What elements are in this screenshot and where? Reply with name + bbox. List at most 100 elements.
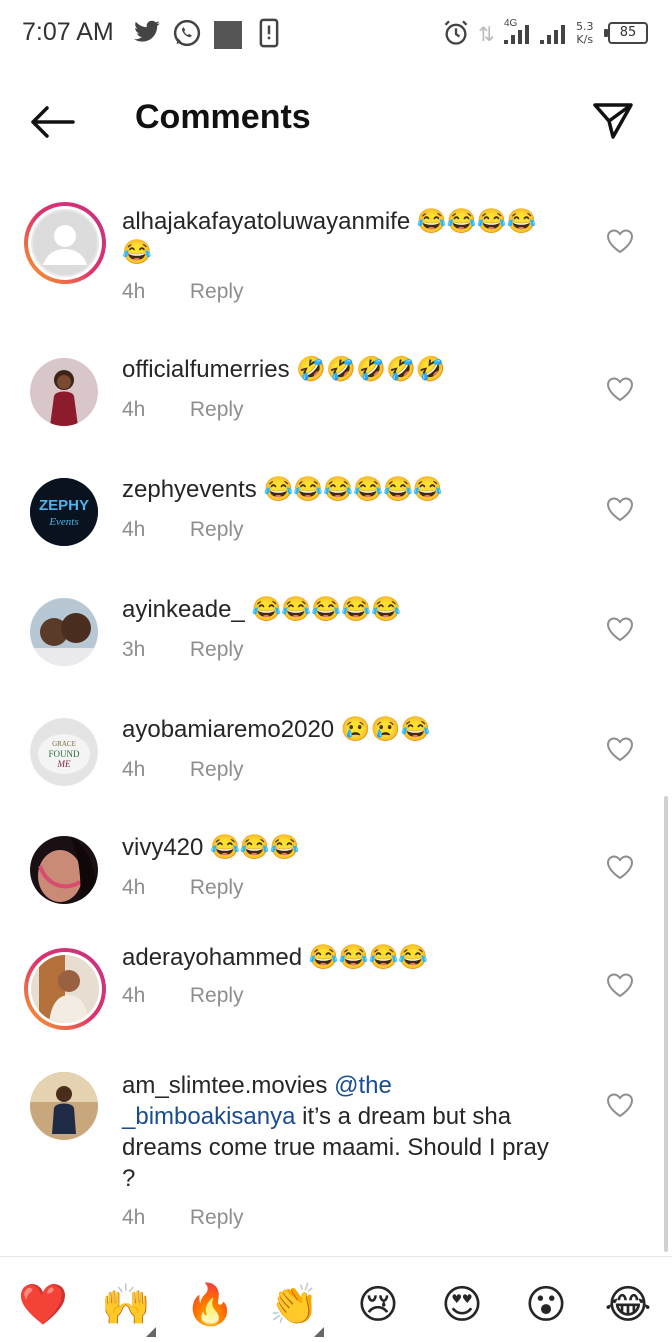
reply-button[interactable]: Reply	[190, 280, 244, 303]
comment-text: zephyevents 😂😂😂😂😂😂	[122, 474, 562, 505]
reaction-bar: ❤️ 🙌 🔥 👏 😢 😍 😮 😂	[0, 1256, 672, 1342]
comment-meta: 4h Reply	[122, 398, 244, 422]
comment-meta: 4h Reply	[122, 758, 244, 782]
comment-time: 4h	[122, 280, 146, 303]
alarm-icon	[442, 18, 470, 52]
reply-button[interactable]: Reply	[190, 398, 244, 421]
comment-text: aderayohammed 😂😂😂😂	[122, 942, 562, 973]
svg-text:ME: ME	[57, 759, 71, 769]
heart-icon[interactable]	[606, 616, 634, 642]
send-icon	[593, 103, 633, 139]
reaction-heart[interactable]: ❤️	[15, 1277, 71, 1333]
avatar[interactable]	[24, 948, 106, 1030]
reaction-clap[interactable]: 👏	[266, 1277, 324, 1337]
comment-text: ayobamiaremo2020 😢😢😂	[122, 714, 562, 745]
header: Comments	[0, 80, 672, 160]
comment-content: 🤣🤣🤣🤣🤣	[296, 356, 446, 383]
comment-content: 😂😂😂😂	[308, 944, 429, 971]
arrow-left-icon	[31, 106, 75, 138]
avatar[interactable]: ZEPHY Events	[30, 478, 98, 546]
reaction-raised-hands[interactable]: 🙌	[98, 1277, 156, 1337]
share-button[interactable]	[588, 96, 638, 146]
comment-time: 4h	[122, 876, 146, 899]
signal-icon	[538, 20, 568, 50]
reaction-crying[interactable]: 😢	[350, 1277, 406, 1333]
comment-meta: 3h Reply	[122, 638, 244, 662]
reply-button[interactable]: Reply	[190, 758, 244, 781]
comment-username[interactable]: am_slimtee.movies	[122, 1072, 327, 1099]
comment-username[interactable]: ayobamiaremo2020	[122, 716, 334, 743]
whatsapp-icon	[172, 18, 202, 52]
comment-content: 😂😂😂😂😂	[251, 596, 401, 623]
heart-icon[interactable]	[606, 376, 634, 402]
signal-icon: 4G	[500, 16, 534, 50]
comment-content: 😂😂😂😂😂😂	[263, 476, 443, 503]
comment-text: vivy420 😂😂😂	[122, 832, 562, 863]
comment-time: 4h	[122, 1206, 146, 1229]
back-button[interactable]	[26, 100, 78, 144]
comment-time: 4h	[122, 758, 146, 781]
status-time: 7:07 AM	[22, 18, 114, 46]
svg-text:Events: Events	[48, 516, 78, 528]
reaction-fire[interactable]: 🔥	[182, 1277, 238, 1333]
reaction-raised-hands-emoji: 🙌	[101, 1282, 151, 1328]
comment-username[interactable]: zephyevents	[122, 476, 257, 503]
avatar[interactable]: GRACE FOUND ME	[30, 718, 98, 786]
page-title: Comments	[135, 98, 311, 136]
phone-alert-icon	[258, 18, 280, 52]
reply-button[interactable]: Reply	[190, 1206, 244, 1229]
comment-time: 4h	[122, 398, 146, 421]
comment-text: alhajakafayatoluwayanmife 😂😂😂😂😂	[122, 206, 562, 268]
comment-meta: 4h Reply	[122, 984, 244, 1008]
heart-icon[interactable]	[606, 496, 634, 522]
avatar[interactable]	[24, 202, 106, 284]
reaction-heart-eyes[interactable]: 😍	[434, 1277, 490, 1333]
comment-time: 4h	[122, 984, 146, 1007]
reply-button[interactable]: Reply	[190, 984, 244, 1007]
comment-text: officialfumerries 🤣🤣🤣🤣🤣	[122, 354, 562, 385]
avatar[interactable]	[30, 836, 98, 904]
comment-time: 3h	[122, 638, 146, 661]
comment-meta: 4h Reply	[122, 518, 244, 542]
comment-username[interactable]: ayinkeade_	[122, 596, 245, 623]
comment-text: ayinkeade_ 😂😂😂😂😂	[122, 594, 562, 625]
network-speed-value: 5.3	[576, 20, 594, 33]
twitter-icon	[132, 18, 162, 50]
heart-icon[interactable]	[606, 1092, 634, 1118]
avatar[interactable]	[30, 598, 98, 666]
reaction-laughing[interactable]: 😂	[600, 1277, 656, 1333]
heart-icon[interactable]	[606, 228, 634, 254]
comment-content: 😢😢😂	[340, 716, 431, 743]
data-arrows-icon: ⇅	[478, 22, 495, 46]
svg-text:GRACE: GRACE	[52, 740, 76, 748]
svg-text:4G: 4G	[504, 18, 518, 29]
heart-icon[interactable]	[606, 972, 634, 998]
heart-icon[interactable]	[606, 736, 634, 762]
variant-indicator	[146, 1327, 156, 1337]
scrollbar[interactable]	[664, 796, 668, 1252]
battery-indicator: 85	[604, 22, 648, 44]
comment-username[interactable]: officialfumerries	[122, 356, 290, 383]
avatar[interactable]	[30, 1072, 98, 1140]
heart-icon[interactable]	[606, 854, 634, 880]
notification-square-icon	[214, 21, 242, 49]
comment-content: 😂😂😂	[210, 834, 300, 861]
reply-button[interactable]: Reply	[190, 876, 244, 899]
reply-button[interactable]: Reply	[190, 518, 244, 541]
reply-button[interactable]: Reply	[190, 638, 244, 661]
status-bar: 7:07 AM ⇅ 4G 5.3 K/s 85	[0, 0, 672, 68]
variant-indicator	[314, 1327, 324, 1337]
reaction-clap-emoji: 👏	[269, 1282, 319, 1328]
network-speed: 5.3 K/s	[576, 20, 594, 46]
comment-username[interactable]: alhajakafayatoluwayanmife	[122, 208, 410, 235]
reaction-surprised[interactable]: 😮	[518, 1277, 574, 1333]
comment-time: 4h	[122, 518, 146, 541]
comment-username[interactable]: vivy420	[122, 834, 203, 861]
comment-meta: 4h Reply	[122, 1206, 244, 1230]
network-speed-unit: K/s	[576, 33, 594, 46]
svg-text:FOUND: FOUND	[48, 749, 80, 759]
comment-meta: 4h Reply	[122, 280, 244, 304]
comment-username[interactable]: aderayohammed	[122, 944, 302, 971]
comment-text: am_slimtee.movies @the _bimboakisanya it…	[122, 1070, 562, 1194]
avatar[interactable]	[30, 358, 98, 426]
